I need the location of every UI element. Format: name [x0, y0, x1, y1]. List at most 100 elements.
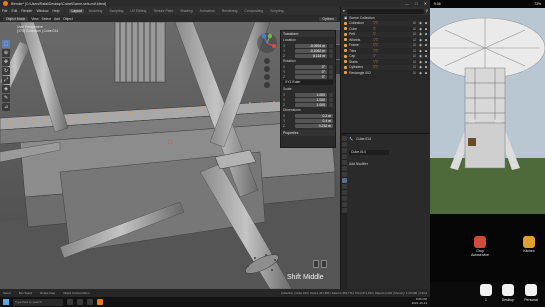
- render-tab-icon[interactable]: [341, 142, 347, 147]
- visibility-toggles[interactable]: ☑ ◉ ◙: [413, 38, 430, 42]
- tab-compositing[interactable]: Compositing: [242, 9, 265, 13]
- blender-app-icon[interactable]: [97, 299, 103, 305]
- constraints-tab-icon[interactable]: [341, 196, 347, 201]
- maximize-button[interactable]: □: [415, 1, 417, 6]
- lock-icon[interactable]: [329, 53, 333, 58]
- navigation-gizmo[interactable]: [256, 32, 278, 54]
- options-dropdown[interactable]: Options: [319, 16, 337, 21]
- tool-tab-icon[interactable]: [341, 136, 347, 141]
- visibility-toggles[interactable]: ☑ ◉ ◙: [413, 49, 430, 53]
- rotation-mode-dropdown[interactable]: XYZ Euler: [283, 80, 333, 85]
- dimensions-y-field[interactable]: 0.4 m: [295, 118, 333, 123]
- car-service-icon[interactable]: [474, 236, 486, 248]
- tab-sculpting[interactable]: Sculpting: [107, 9, 125, 13]
- lock-icon[interactable]: [329, 48, 333, 53]
- location-y-field[interactable]: -0.1062 m: [295, 48, 327, 53]
- add-modifier-dropdown[interactable]: Add Modifier: [349, 162, 428, 167]
- outliner-search[interactable]: [346, 8, 424, 14]
- scale-z-field[interactable]: 1.000: [295, 102, 327, 107]
- object-tab-icon[interactable]: [341, 172, 347, 177]
- properties-header[interactable]: Properties: [281, 130, 335, 136]
- list-item[interactable]: Cylinders ▽▽ ☑ ◉ ◙: [341, 64, 430, 70]
- menu-add[interactable]: Add: [54, 17, 60, 21]
- select-icon[interactable]: ⬚: [2, 40, 10, 48]
- camera-icon[interactable]: [264, 74, 270, 80]
- zoom-icon[interactable]: [264, 58, 270, 64]
- object-name-field[interactable]: Cube.014: [349, 150, 389, 155]
- pan-icon[interactable]: [264, 66, 270, 72]
- visibility-toggles[interactable]: ☑ ◉ ◙: [413, 60, 430, 64]
- visibility-toggles[interactable]: ☑ ◉ ◙: [413, 54, 430, 58]
- tab-layout[interactable]: Layout: [69, 9, 84, 13]
- rotation-x-field[interactable]: 0°: [295, 64, 327, 69]
- browser-icon[interactable]: [87, 299, 93, 305]
- grid-icon[interactable]: [264, 82, 270, 88]
- visibility-toggles[interactable]: ☑ ◉ ◙: [413, 65, 430, 69]
- lock-icon[interactable]: [329, 64, 333, 69]
- minimize-button[interactable]: —: [405, 1, 409, 6]
- list-item[interactable]: Stairs ▽▽ ☑ ◉ ◙: [341, 59, 430, 65]
- scale-y-field[interactable]: 1.000: [295, 97, 327, 102]
- kitchen-icon[interactable]: [523, 236, 535, 248]
- visibility-toggles[interactable]: ☑ ◉ ◙: [413, 71, 430, 75]
- dimensions-x-field[interactable]: 0.2 m: [295, 113, 333, 118]
- list-item[interactable]: Tiles ▽▽ ☑ ◉ ◙: [341, 48, 430, 54]
- menu-help[interactable]: Help: [53, 9, 60, 13]
- y-axis-icon[interactable]: [267, 33, 273, 39]
- list-item[interactable]: Cube ▽ ☑ ◉ ◙: [341, 26, 430, 32]
- lock-icon[interactable]: [329, 69, 333, 74]
- close-button[interactable]: ✕: [424, 1, 427, 6]
- menu-window[interactable]: Window: [36, 9, 48, 13]
- visibility-toggles[interactable]: ☑ ◉ ◙: [413, 43, 430, 47]
- explorer-icon[interactable]: [77, 299, 83, 305]
- lock-icon[interactable]: [329, 97, 333, 102]
- taskbar-search[interactable]: Type here to search: [13, 298, 63, 306]
- z-axis-icon[interactable]: [261, 33, 267, 39]
- move-icon[interactable]: ✥: [2, 58, 10, 66]
- visibility-toggles[interactable]: ☑ ◉ ◙: [413, 27, 430, 31]
- transform-icon[interactable]: ◈: [2, 85, 10, 93]
- menu-object[interactable]: Object: [63, 17, 73, 21]
- tab-texture-paint[interactable]: Texture Paint: [151, 9, 175, 13]
- tab-animation[interactable]: Animation: [198, 9, 217, 13]
- scene-tab-icon[interactable]: [341, 160, 347, 165]
- menu-file[interactable]: File: [2, 9, 7, 13]
- rotate-icon[interactable]: ↻: [2, 67, 10, 75]
- physics-tab-icon[interactable]: [341, 190, 347, 195]
- scale-icon[interactable]: ⤢: [2, 76, 10, 84]
- visibility-toggles[interactable]: ☑ ◉ ◙: [413, 32, 430, 36]
- system-tray[interactable]: 9:06 PM 2021-10-14: [412, 298, 427, 305]
- tab-rendering[interactable]: Rendering: [220, 9, 240, 13]
- menu-edit[interactable]: Edit: [11, 9, 17, 13]
- visibility-toggles[interactable]: ☑ ◉ ◙: [413, 21, 430, 25]
- folder-1-icon[interactable]: [480, 284, 492, 296]
- windows-start-icon[interactable]: [3, 299, 9, 305]
- measure-icon[interactable]: ⊿: [2, 103, 10, 111]
- lock-icon[interactable]: [329, 92, 333, 97]
- view-layer-tab-icon[interactable]: [341, 154, 347, 159]
- menu-render[interactable]: Render: [21, 9, 32, 13]
- personal-icon[interactable]: [525, 284, 537, 296]
- world-tab-icon[interactable]: [341, 166, 347, 171]
- particles-tab-icon[interactable]: [341, 184, 347, 189]
- mode-dropdown[interactable]: Object Mode: [3, 16, 29, 21]
- data-tab-icon[interactable]: [341, 202, 347, 207]
- list-item[interactable]: Pelt ▽ ☑ ◉ ◙: [341, 31, 430, 37]
- tab-modeling[interactable]: Modeling: [87, 9, 105, 13]
- material-tab-icon[interactable]: [341, 208, 347, 213]
- rotation-y-field[interactable]: 0°: [295, 69, 327, 74]
- desktop-icon[interactable]: [502, 284, 514, 296]
- lock-icon[interactable]: [329, 74, 333, 79]
- list-item[interactable]: Collection ▽▽ ☑ ◉ ◙: [341, 20, 430, 26]
- rotation-z-field[interactable]: 0°: [295, 74, 327, 79]
- menu-view[interactable]: View: [31, 17, 38, 21]
- annotate-icon[interactable]: ✎: [2, 94, 10, 102]
- filter-icon[interactable]: ▾: [343, 9, 345, 13]
- list-item[interactable]: Frame ▽▽ ☑ ◉ ◙: [341, 42, 430, 48]
- lock-icon[interactable]: [329, 43, 333, 48]
- tab-shading[interactable]: Shading: [178, 9, 194, 13]
- dimensions-z-field[interactable]: 0.232 m: [295, 123, 333, 128]
- list-item[interactable]: Cap ▽ ☑ ◉ ◙: [341, 53, 430, 59]
- funnel-icon[interactable]: ⚲: [426, 9, 428, 13]
- location-x-field[interactable]: -0.0594 m: [295, 43, 327, 48]
